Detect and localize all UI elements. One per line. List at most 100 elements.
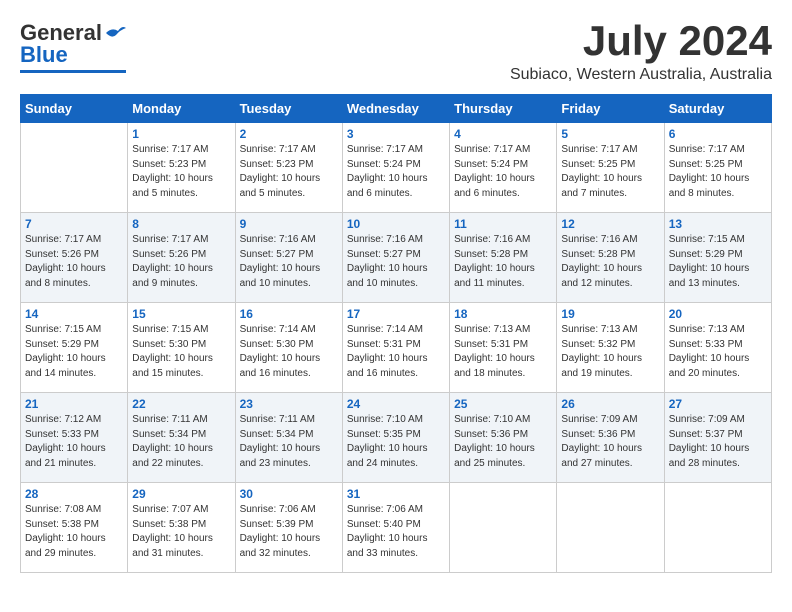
day-number: 12 <box>561 217 659 231</box>
day-info: Sunrise: 7:13 AM Sunset: 5:32 PM Dayligh… <box>561 323 659 381</box>
calendar-day-cell: 14Sunrise: 7:15 AM Sunset: 5:29 PM Dayli… <box>21 303 128 393</box>
calendar-day-cell: 8 Sunrise: 7:17 AM Sunset: 5:26 PM Daylig… <box>128 213 235 303</box>
day-info: Sunrise: 7:17 AM Sunset: 5:25 PM Dayligh… <box>561 143 659 201</box>
logo: General Blue <box>20 20 126 73</box>
weekday-header-row: SundayMondayTuesdayWednesdayThursdayFrid… <box>21 95 772 123</box>
day-info: Sunrise: 7:11 AM Sunset: 5:34 PM Dayligh… <box>240 413 338 471</box>
weekday-header-cell: Thursday <box>450 95 557 123</box>
day-info: Sunrise: 7:13 AM Sunset: 5:31 PM Dayligh… <box>454 323 552 381</box>
calendar-week-row: 1 Sunrise: 7:17 AM Sunset: 5:23 PM Daylig… <box>21 123 772 213</box>
calendar-day-cell: 15 Sunrise: 7:15 AM Sunset: 5:30 PM Dayli… <box>128 303 235 393</box>
day-info: Sunrise: 7:17 AM Sunset: 5:23 PM Dayligh… <box>240 143 338 201</box>
day-info: Sunrise: 7:15 AM Sunset: 5:30 PM Dayligh… <box>132 323 230 381</box>
calendar-day-cell: 26Sunrise: 7:09 AM Sunset: 5:36 PM Dayli… <box>557 393 664 483</box>
day-number: 13 <box>669 217 767 231</box>
calendar-day-cell: 21 Sunrise: 7:12 AM Sunset: 5:33 PM Dayli… <box>21 393 128 483</box>
day-number: 6 <box>669 127 767 141</box>
day-info: Sunrise: 7:17 AM Sunset: 5:25 PM Dayligh… <box>669 143 767 201</box>
day-info: Sunrise: 7:17 AM Sunset: 5:26 PM Dayligh… <box>25 233 123 291</box>
day-number: 25 <box>454 397 552 411</box>
day-number: 4 <box>454 127 552 141</box>
day-info: Sunrise: 7:16 AM Sunset: 5:28 PM Dayligh… <box>454 233 552 291</box>
calendar-day-cell <box>557 483 664 573</box>
day-number: 27 <box>669 397 767 411</box>
weekday-header-cell: Friday <box>557 95 664 123</box>
day-number: 23 <box>240 397 338 411</box>
day-number: 19 <box>561 307 659 321</box>
calendar-day-cell: 28 Sunrise: 7:08 AM Sunset: 5:38 PM Dayli… <box>21 483 128 573</box>
day-number: 30 <box>240 487 338 501</box>
calendar-body: 1 Sunrise: 7:17 AM Sunset: 5:23 PM Daylig… <box>21 123 772 573</box>
logo-blue: Blue <box>20 42 68 68</box>
day-number: 26 <box>561 397 659 411</box>
weekday-header-cell: Tuesday <box>235 95 342 123</box>
calendar-day-cell: 9 Sunrise: 7:16 AM Sunset: 5:27 PM Daylig… <box>235 213 342 303</box>
day-number: 2 <box>240 127 338 141</box>
day-info: Sunrise: 7:17 AM Sunset: 5:24 PM Dayligh… <box>454 143 552 201</box>
calendar-week-row: 21 Sunrise: 7:12 AM Sunset: 5:33 PM Dayli… <box>21 393 772 483</box>
calendar-day-cell: 10Sunrise: 7:16 AM Sunset: 5:27 PM Dayli… <box>342 213 449 303</box>
day-number: 15 <box>132 307 230 321</box>
logo-bird-icon <box>104 25 126 41</box>
calendar-day-cell: 5 Sunrise: 7:17 AM Sunset: 5:25 PM Daylig… <box>557 123 664 213</box>
calendar-week-row: 28 Sunrise: 7:08 AM Sunset: 5:38 PM Dayli… <box>21 483 772 573</box>
calendar-day-cell: 25Sunrise: 7:10 AM Sunset: 5:36 PM Dayli… <box>450 393 557 483</box>
location-title: Subiaco, Western Australia, Australia <box>510 66 772 84</box>
weekday-header-cell: Sunday <box>21 95 128 123</box>
day-number: 3 <box>347 127 445 141</box>
calendar-day-cell: 12Sunrise: 7:16 AM Sunset: 5:28 PM Dayli… <box>557 213 664 303</box>
calendar-day-cell <box>21 123 128 213</box>
day-number: 24 <box>347 397 445 411</box>
calendar-day-cell: 2 Sunrise: 7:17 AM Sunset: 5:23 PM Daylig… <box>235 123 342 213</box>
title-area: July 2024 Subiaco, Western Australia, Au… <box>510 20 772 84</box>
month-title: July 2024 <box>510 20 772 62</box>
calendar-day-cell: 17Sunrise: 7:14 AM Sunset: 5:31 PM Dayli… <box>342 303 449 393</box>
day-info: Sunrise: 7:17 AM Sunset: 5:26 PM Dayligh… <box>132 233 230 291</box>
day-info: Sunrise: 7:17 AM Sunset: 5:23 PM Dayligh… <box>132 143 230 201</box>
day-info: Sunrise: 7:09 AM Sunset: 5:37 PM Dayligh… <box>669 413 767 471</box>
day-number: 21 <box>25 397 123 411</box>
weekday-header-cell: Wednesday <box>342 95 449 123</box>
calendar-table: SundayMondayTuesdayWednesdayThursdayFrid… <box>20 94 772 573</box>
calendar-day-cell: 4 Sunrise: 7:17 AM Sunset: 5:24 PM Daylig… <box>450 123 557 213</box>
calendar-day-cell: 30 Sunrise: 7:06 AM Sunset: 5:39 PM Dayli… <box>235 483 342 573</box>
calendar-day-cell: 27 Sunrise: 7:09 AM Sunset: 5:37 PM Dayli… <box>664 393 771 483</box>
day-number: 5 <box>561 127 659 141</box>
day-info: Sunrise: 7:08 AM Sunset: 5:38 PM Dayligh… <box>25 503 123 561</box>
calendar-day-cell <box>450 483 557 573</box>
weekday-header-cell: Saturday <box>664 95 771 123</box>
calendar-day-cell: 16Sunrise: 7:14 AM Sunset: 5:30 PM Dayli… <box>235 303 342 393</box>
weekday-header-cell: Monday <box>128 95 235 123</box>
calendar-day-cell <box>664 483 771 573</box>
day-info: Sunrise: 7:10 AM Sunset: 5:35 PM Dayligh… <box>347 413 445 471</box>
calendar-day-cell: 31Sunrise: 7:06 AM Sunset: 5:40 PM Dayli… <box>342 483 449 573</box>
calendar-day-cell: 29 Sunrise: 7:07 AM Sunset: 5:38 PM Dayli… <box>128 483 235 573</box>
day-number: 31 <box>347 487 445 501</box>
day-number: 29 <box>132 487 230 501</box>
calendar-week-row: 14Sunrise: 7:15 AM Sunset: 5:29 PM Dayli… <box>21 303 772 393</box>
day-number: 10 <box>347 217 445 231</box>
day-number: 11 <box>454 217 552 231</box>
day-info: Sunrise: 7:14 AM Sunset: 5:31 PM Dayligh… <box>347 323 445 381</box>
day-info: Sunrise: 7:13 AM Sunset: 5:33 PM Dayligh… <box>669 323 767 381</box>
day-info: Sunrise: 7:07 AM Sunset: 5:38 PM Dayligh… <box>132 503 230 561</box>
day-number: 8 <box>132 217 230 231</box>
day-number: 7 <box>25 217 123 231</box>
calendar-day-cell: 13 Sunrise: 7:15 AM Sunset: 5:29 PM Dayli… <box>664 213 771 303</box>
calendar-day-cell: 1 Sunrise: 7:17 AM Sunset: 5:23 PM Daylig… <box>128 123 235 213</box>
day-number: 18 <box>454 307 552 321</box>
calendar-day-cell: 11 Sunrise: 7:16 AM Sunset: 5:28 PM Dayli… <box>450 213 557 303</box>
day-info: Sunrise: 7:06 AM Sunset: 5:39 PM Dayligh… <box>240 503 338 561</box>
day-info: Sunrise: 7:17 AM Sunset: 5:24 PM Dayligh… <box>347 143 445 201</box>
calendar-day-cell: 19 Sunrise: 7:13 AM Sunset: 5:32 PM Dayli… <box>557 303 664 393</box>
calendar-day-cell: 22Sunrise: 7:11 AM Sunset: 5:34 PM Dayli… <box>128 393 235 483</box>
day-info: Sunrise: 7:12 AM Sunset: 5:33 PM Dayligh… <box>25 413 123 471</box>
day-number: 1 <box>132 127 230 141</box>
day-info: Sunrise: 7:16 AM Sunset: 5:27 PM Dayligh… <box>240 233 338 291</box>
day-info: Sunrise: 7:15 AM Sunset: 5:29 PM Dayligh… <box>25 323 123 381</box>
day-number: 28 <box>25 487 123 501</box>
day-number: 9 <box>240 217 338 231</box>
day-number: 20 <box>669 307 767 321</box>
day-number: 22 <box>132 397 230 411</box>
day-info: Sunrise: 7:15 AM Sunset: 5:29 PM Dayligh… <box>669 233 767 291</box>
